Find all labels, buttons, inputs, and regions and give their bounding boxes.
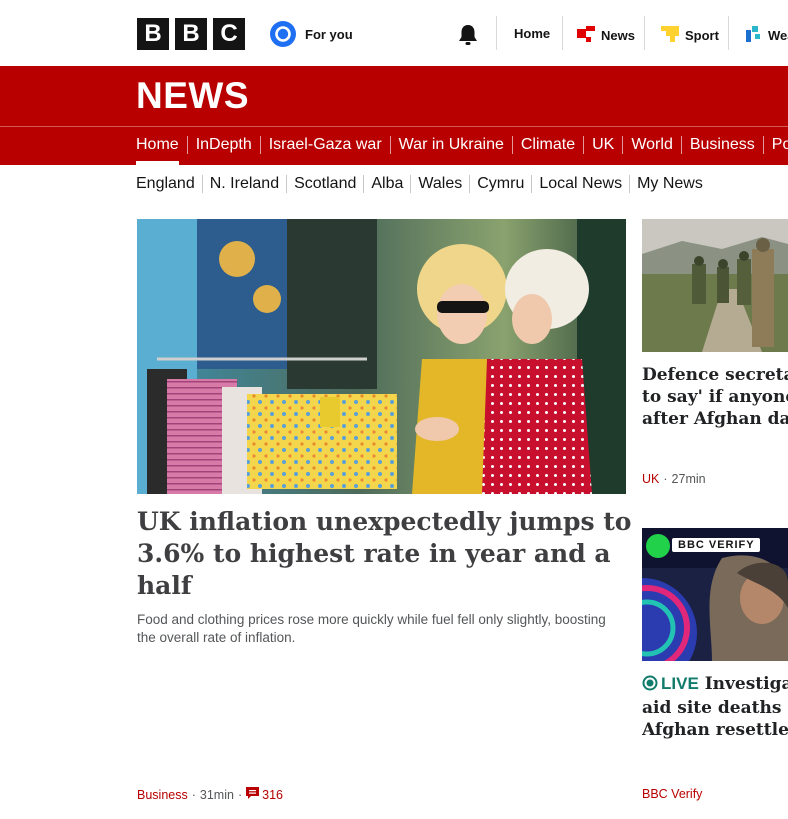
subnav-item-cymru[interactable]: Cymru [470,174,531,194]
subnav-item-wales[interactable]: Wales [411,174,469,194]
subnav-item-scotland[interactable]: Scotland [287,174,363,194]
main-story-meta: Business · 31min · 316 [137,787,283,802]
headline-line: Afghan resettlement [642,720,788,740]
comment-icon [246,787,260,802]
side-story-age: 27min [671,472,706,486]
side-story-headline[interactable]: Defence secretary to say' if anyone afte… [642,364,788,430]
side-story-headline-live[interactable]: LIVE Investigates aid site deaths and Af… [642,673,788,741]
nav-item-politics[interactable]: Politics [764,134,788,156]
divider [728,16,729,50]
nav-item-war-in-ukraine[interactable]: War in Ukraine [391,134,512,156]
comments-link[interactable]: 316 [246,787,283,802]
headline-line: to say' if anyone [642,387,788,407]
nav-link-label: Weather [768,28,788,43]
headline-line: aid site deaths and [642,698,788,718]
divider [496,16,497,50]
headline-line: LIVE Investigates [642,673,788,697]
main-story-image[interactable] [137,219,626,494]
nav-link-label: Home [514,26,551,41]
side-story-meta: BBC Verify [642,787,702,801]
logo-letter: B [175,18,207,50]
global-header: B B C For you Home News Sport We [0,0,788,66]
nav-item-world[interactable]: World [623,134,681,156]
live-indicator-icon [642,675,658,697]
main-story-age: 31min [199,787,234,802]
logo-letter: C [213,18,245,50]
nav-link-sport[interactable]: Sport [661,26,719,45]
nav-link-label: News [601,28,635,43]
for-you-button[interactable]: For you [270,21,353,47]
nav-item-uk[interactable]: UK [584,134,622,156]
headline-text: Investigates [704,674,788,694]
main-story-headline[interactable]: UK inflation unexpectedly jumps to 3.6% … [137,506,632,602]
subnav-item-england[interactable]: England [136,174,202,194]
side-story-image[interactable] [642,219,788,352]
logo-letter: B [137,18,169,50]
user-icon [270,21,296,47]
headline-line: after Afghan data [642,409,788,429]
live-label: LIVE [661,674,699,693]
section-title[interactable]: NEWS [136,74,249,118]
meta-dot: · [663,472,668,486]
meta-dot: · [237,787,243,802]
nav-item-home[interactable]: Home [136,134,187,165]
notifications-bell-icon[interactable] [457,23,479,52]
nav-item-climate[interactable]: Climate [513,134,583,156]
side-story-image-verify[interactable]: BBC VERIFY [642,528,788,661]
headline-line: Defence secretary [642,365,788,385]
regional-nav: England N. Ireland Scotland Alba Wales C… [136,174,710,194]
subnav-item-alba[interactable]: Alba [364,174,410,194]
for-you-label: For you [305,26,353,42]
side-story-category[interactable]: UK [642,472,659,486]
side-story-meta: UK · 27min [642,472,706,486]
section-nav: Home InDepth Israel-Gaza war War in Ukra… [136,134,788,165]
subnav-item-my-news[interactable]: My News [630,174,710,194]
nav-item-indepth[interactable]: InDepth [188,134,260,156]
weather-icon [744,26,762,45]
side-story-category[interactable]: BBC Verify [642,787,702,801]
comment-count: 316 [262,787,283,802]
nav-link-news[interactable]: News [577,26,635,45]
nav-link-weather[interactable]: Weather [744,26,788,45]
nav-item-israel-gaza-war[interactable]: Israel-Gaza war [261,134,390,156]
nav-item-business[interactable]: Business [682,134,763,156]
bbc-logo[interactable]: B B C [137,18,245,50]
meta-dot: · [191,787,196,802]
divider [562,16,563,50]
main-story-summary: Food and clothing prices rose more quick… [137,612,606,645]
main-story-category[interactable]: Business [137,788,188,802]
divider [0,126,788,127]
news-icon [577,26,595,45]
verify-badge: BBC VERIFY [672,538,760,552]
sport-icon [661,26,679,45]
divider [644,16,645,50]
subnav-item-n-ireland[interactable]: N. Ireland [203,174,286,194]
nav-link-home[interactable]: Home [514,26,550,41]
nav-link-label: Sport [685,28,719,43]
subnav-item-local-news[interactable]: Local News [532,174,629,194]
